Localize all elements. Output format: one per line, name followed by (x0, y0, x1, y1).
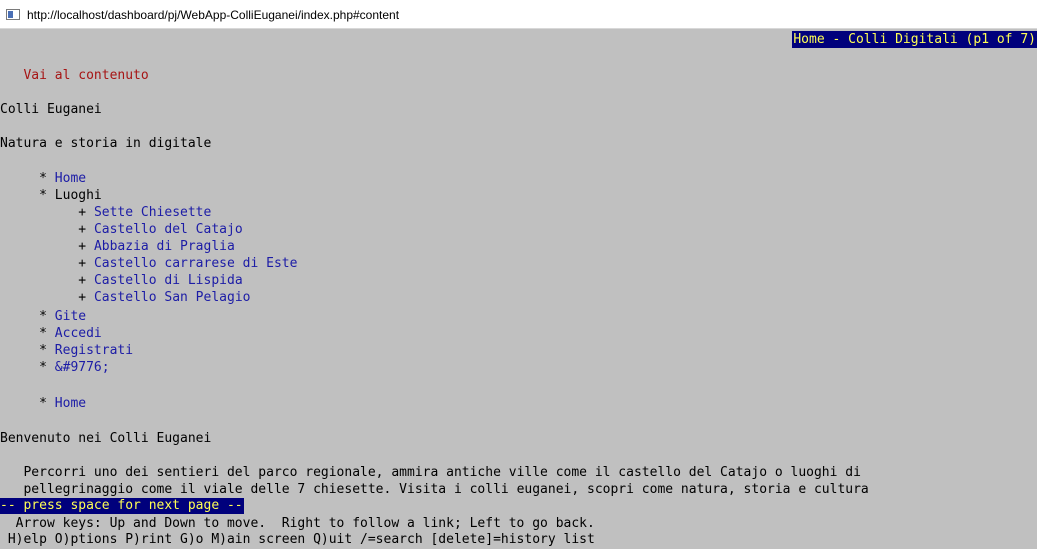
nav-item-luoghi: * Luoghi (0, 187, 102, 204)
nav-link-registrati[interactable]: Registrati (55, 343, 133, 358)
nav-link-menu-toggle[interactable]: &#9776; (55, 360, 110, 375)
submenu-link-sette-chiesette[interactable]: Sette Chiesette (94, 205, 211, 220)
nav-item-menu-toggle: * &#9776; (0, 359, 110, 376)
nav-item-gite: * Gite (0, 308, 86, 325)
sub-bullet-marker: + (78, 290, 87, 305)
bullet-marker: * (39, 171, 47, 186)
breadcrumb: * Home (0, 395, 86, 412)
pager-status-bar: -- press space for next page -- (0, 498, 244, 514)
submenu-item-castello-lispida: + Castello di Lispida (0, 272, 243, 289)
submenu-item-castello-catajo: + Castello del Catajo (0, 221, 243, 238)
sub-bullet-marker: + (78, 273, 87, 288)
intro-paragraph-line-1: Percorri uno dei sentieri del parco regi… (23, 465, 861, 480)
submenu-link-abbazia-praglia[interactable]: Abbazia di Praglia (94, 239, 235, 254)
submenu-link-castello-este[interactable]: Castello carrarese di Este (94, 256, 298, 271)
console-app-icon (6, 9, 20, 20)
submenu-link-castello-lispida[interactable]: Castello di Lispida (94, 273, 243, 288)
bullet-marker: * (39, 326, 47, 341)
skip-link-row: Vai al contenuto (0, 67, 148, 84)
help-line-navigation: Arrow keys: Up and Down to move. Right t… (0, 516, 595, 531)
submenu-item-abbazia-praglia: + Abbazia di Praglia (0, 238, 235, 255)
sub-bullet-marker: + (78, 222, 87, 237)
nav-link-accedi[interactable]: Accedi (55, 326, 102, 341)
site-tagline: Natura e storia in digitale (0, 136, 212, 151)
window-title: http://localhost/dashboard/pj/WebApp-Col… (27, 8, 400, 22)
nav-item-accedi: * Accedi (0, 325, 102, 342)
bullet-marker: * (39, 343, 47, 358)
help-line-commands: H)elp O)ptions P)rint G)o M)ain screen Q… (0, 532, 595, 547)
bullet-marker: * (39, 396, 47, 411)
nav-item-home: * Home (0, 170, 86, 187)
nav-link-home[interactable]: Home (55, 171, 86, 186)
nav-label-luoghi: Luoghi (54, 188, 102, 203)
bullet-marker: * (39, 309, 47, 324)
submenu-item-castello-san-pelagio: + Castello San Pelagio (0, 289, 250, 306)
breadcrumb-home-link[interactable]: Home (55, 396, 86, 411)
sub-bullet-marker: + (78, 256, 87, 271)
bullet-marker: * (39, 188, 47, 203)
nav-item-registrati: * Registrati (0, 342, 133, 359)
lynx-window: http://localhost/dashboard/pj/WebApp-Col… (0, 0, 1037, 549)
bullet-marker: * (39, 360, 47, 375)
sub-bullet-marker: + (78, 239, 87, 254)
submenu-item-castello-este: + Castello carrarese di Este (0, 255, 297, 272)
skip-to-content-link[interactable]: Vai al contenuto (23, 68, 148, 83)
page-title-header: Home - Colli Digitali (p1 of 7) (792, 31, 1037, 48)
window-titlebar: http://localhost/dashboard/pj/WebApp-Col… (0, 0, 1037, 29)
sub-bullet-marker: + (78, 205, 87, 220)
site-title: Colli Euganei (0, 102, 102, 117)
intro-paragraph-line-2: pellegrinaggio come il viale delle 7 chi… (23, 482, 869, 497)
submenu-link-castello-san-pelagio[interactable]: Castello San Pelagio (94, 290, 251, 305)
terminal-screen[interactable]: Home - Colli Digitali (p1 of 7) Vai al c… (0, 29, 1037, 549)
submenu-item-sette-chiesette: + Sette Chiesette (0, 204, 211, 221)
submenu-link-castello-catajo[interactable]: Castello del Catajo (94, 222, 243, 237)
nav-link-gite[interactable]: Gite (55, 309, 86, 324)
welcome-heading: Benvenuto nei Colli Euganei (0, 431, 212, 446)
